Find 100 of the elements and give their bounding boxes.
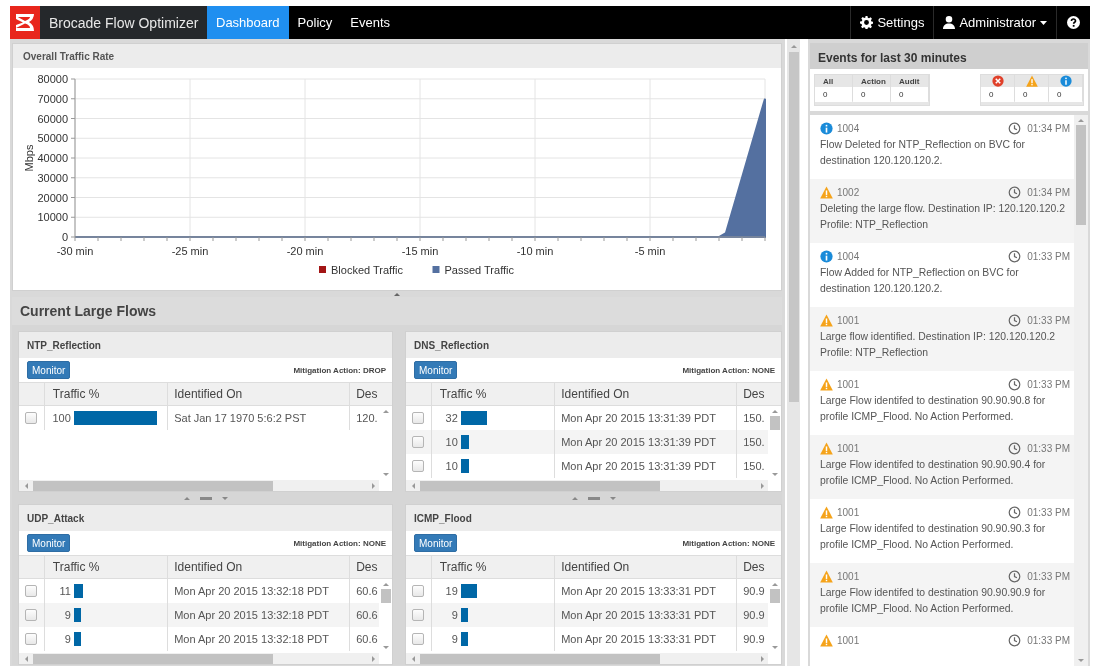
checkbox[interactable] [412, 633, 425, 645]
checkbox[interactable] [412, 585, 425, 597]
mitigation-label: Mitigation Action: DROP [293, 365, 386, 375]
table-cell: 90.9 [743, 633, 765, 645]
scroll-right-icon[interactable] [761, 656, 764, 662]
column-header[interactable]: Des [350, 383, 380, 405]
event-item[interactable]: 1001 01:33 PM Large flow identified. Destination IP: 120.120.120.2 Profile: NTP_Reflection [810, 307, 1074, 371]
panel-title: Events for last 30 minutes [810, 43, 1088, 69]
column-header[interactable]: Identified On [555, 383, 738, 405]
nav-tab[interactable]: Policy [288, 6, 342, 39]
tick-label: -15 min [401, 245, 439, 257]
warning-icon [1025, 75, 1038, 87]
scrollbar-thumb[interactable] [33, 654, 273, 664]
scroll-up-icon[interactable] [771, 583, 778, 586]
scroll-up-icon[interactable] [382, 410, 389, 413]
scroll-down-icon[interactable] [1078, 659, 1084, 662]
scroll-down-icon[interactable] [382, 646, 389, 649]
event-item[interactable]: 1001 01:33 PM Large Flow identifed to destination 90.90.90.8 for profile ICMP_Flood. No Action Performed. [810, 371, 1074, 435]
checkbox[interactable] [412, 609, 425, 621]
monitor-button[interactable]: Monitor [27, 361, 71, 379]
scrollbar-thumb[interactable] [420, 481, 660, 491]
nav-tab[interactable]: Events [341, 6, 400, 39]
event-item[interactable]: 1002 01:34 PM Deleting the large flow. Destination IP: 120.120.120.2 Profile: NTP_Reflection [810, 179, 1074, 243]
checkbox[interactable] [412, 436, 425, 448]
event-code: 1001 [837, 506, 860, 518]
scroll-up-icon[interactable] [1078, 119, 1084, 122]
event-item[interactable]: 1001 01:33 PM Large Flow identifed to destination 90.90.90.4 for profile ICMP_Flood. No Action Performed. [810, 435, 1074, 499]
vertical-scrollbar[interactable] [787, 39, 800, 666]
event-item[interactable]: 1001 01:33 PM Large Flow identifed to destination 90.90.90.9 for profile ICMP_Flood. No Action Performed. [810, 563, 1074, 627]
column-header[interactable]: Traffic % [431, 556, 556, 578]
scroll-up-icon[interactable] [771, 410, 778, 413]
event-item[interactable]: 1004 01:34 PM Flow Deleted for NTP_Reflection on BVC for destination 120.120.120.2. [810, 115, 1074, 179]
scrollbar-thumb[interactable] [788, 52, 799, 402]
column-header[interactable]: Traffic % [431, 383, 556, 405]
scroll-left-icon[interactable] [412, 483, 415, 489]
horizontal-scrollbar[interactable] [406, 480, 768, 491]
column-header[interactable]: Traffic % [44, 383, 169, 405]
clock-icon [1008, 633, 1022, 647]
tick-label: -30 min [56, 245, 94, 257]
horizontal-scrollbar[interactable] [19, 653, 379, 664]
scroll-right-icon[interactable] [372, 656, 375, 662]
event-code: 1002 [837, 186, 860, 198]
table-cell: 120. [356, 412, 378, 424]
column-header[interactable]: Des [737, 556, 769, 578]
checkbox[interactable] [412, 460, 425, 472]
horizontal-scrollbar[interactable] [406, 653, 768, 664]
column-header[interactable]: Des [350, 556, 380, 578]
scroll-left-icon[interactable] [25, 656, 28, 662]
checkbox[interactable] [25, 633, 38, 645]
clock-icon [1008, 505, 1022, 519]
panel-title: UDP_Attack [26, 512, 86, 526]
column-header[interactable]: Identified On [555, 556, 738, 578]
table-cell: Mon Apr 20 2015 13:32:18 PDT [174, 585, 329, 597]
scroll-right-icon[interactable] [372, 483, 375, 489]
scroll-down-icon[interactable] [771, 646, 778, 649]
event-item[interactable]: 1001 01:33 PM Large Flow identifed to destination 90.90.90.3 for profile ICMP_Flood. No Action Performed. [810, 499, 1074, 563]
scroll-left-icon[interactable] [25, 483, 28, 489]
table-cell-text: 10 [444, 460, 458, 472]
scroll-down-icon[interactable] [382, 473, 389, 476]
checkbox[interactable] [25, 585, 38, 597]
event-message: Large Flow identifed to destination 90.90.90.4 for profile ICMP_Flood. No Action Performed. [820, 458, 1047, 488]
event-message: Large flow identified. Destination IP: 120.120.120.2 Profile: NTP_Reflection [820, 330, 1057, 360]
vertical-scrollbar[interactable] [1074, 115, 1088, 666]
column-header[interactable]: Traffic % [44, 556, 169, 578]
scrollbar-thumb[interactable] [380, 589, 391, 603]
mitigation-label: Mitigation Action: NONE [293, 538, 386, 548]
table-cell: 150. [743, 412, 765, 424]
warning-icon [820, 633, 833, 647]
splitter-handle-icon[interactable] [183, 495, 228, 501]
event-item[interactable]: 1004 01:33 PM Flow Added for NTP_Reflection on BVC for destination 120.120.120.2. [810, 243, 1074, 307]
info-icon [820, 249, 833, 263]
monitor-button[interactable]: Monitor [414, 534, 458, 552]
traffic-bar [460, 584, 477, 598]
checkbox[interactable] [25, 412, 38, 424]
legend-label: Passed Traffic [444, 264, 515, 276]
scrollbar-thumb[interactable] [769, 589, 780, 603]
monitor-button[interactable]: Monitor [27, 534, 71, 552]
scroll-down-icon[interactable] [771, 473, 778, 476]
scrollbar-thumb[interactable] [769, 416, 780, 430]
tick-label: -10 min [516, 245, 554, 257]
column-header[interactable]: Identified On [168, 383, 351, 405]
event-item[interactable]: 1001 01:33 PM [810, 627, 1074, 666]
scrollbar-thumb[interactable] [33, 481, 273, 491]
scroll-left-icon[interactable] [412, 656, 415, 662]
horizontal-scrollbar[interactable] [19, 480, 379, 491]
scroll-up-icon[interactable] [382, 583, 389, 586]
column-header[interactable]: Des [737, 383, 769, 405]
info-icon [1059, 75, 1072, 87]
scroll-up-icon[interactable] [790, 45, 797, 48]
scrollbar-thumb[interactable] [1076, 125, 1086, 225]
monitor-button[interactable]: Monitor [414, 361, 458, 379]
scroll-right-icon[interactable] [761, 483, 764, 489]
splitter-handle-icon[interactable] [571, 495, 616, 501]
scrollbar-thumb[interactable] [420, 654, 660, 664]
clock-icon [1008, 441, 1022, 455]
column-header[interactable]: Identified On [168, 556, 351, 578]
checkbox[interactable] [25, 609, 38, 621]
table-cell: Mon Apr 20 2015 13:32:18 PDT [174, 609, 329, 621]
checkbox[interactable] [412, 412, 425, 424]
tick-label: 10000 [37, 211, 68, 224]
